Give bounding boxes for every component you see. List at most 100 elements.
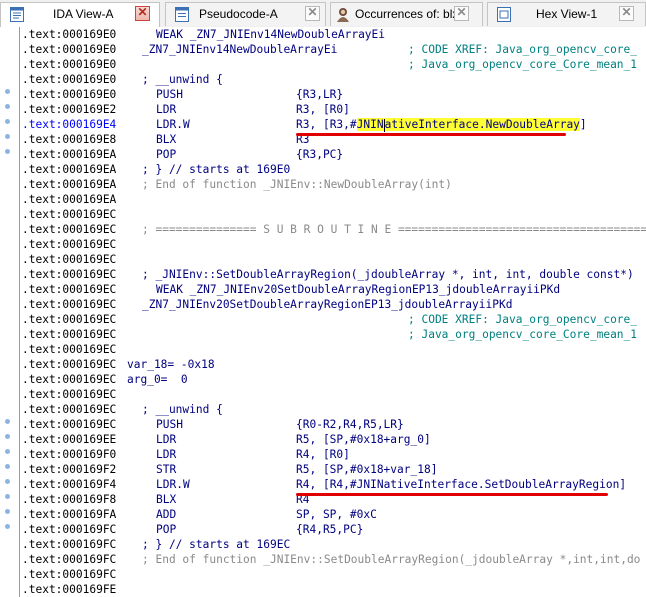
listing-line[interactable]: .text:000169FC: [20, 567, 646, 582]
gutter-dot-icon[interactable]: [5, 464, 10, 469]
operands[interactable]: SP, SP, #0xC: [296, 507, 377, 522]
operands[interactable]: R5, [SP,#0x18+var_18]: [296, 462, 437, 477]
disassembly-listing[interactable]: .text:000169E0 WEAK _ZN7_JNIEnv14NewDoubl…: [19, 27, 646, 597]
listing-line[interactable]: .text:000169EC: [20, 342, 646, 357]
tab-label: Pseudocode-A: [199, 7, 278, 21]
operand-memory[interactable]: [R3,#JNINativeInterface.NewDoubleArray]: [323, 118, 587, 132]
gutter-dot-icon[interactable]: [5, 434, 10, 439]
address: .text:000169EC: [22, 358, 117, 371]
listing-line[interactable]: .text:000169EA: [20, 192, 646, 207]
gutter-dot-icon[interactable]: [5, 449, 10, 454]
operands[interactable]: {R3,LR}: [296, 87, 343, 102]
address: .text:000169EC: [22, 298, 117, 311]
close-tab-button[interactable]: ✕: [135, 5, 150, 21]
operands[interactable]: R4, [R0]: [296, 447, 350, 462]
gutter-dot-icon[interactable]: [5, 494, 10, 499]
listing-line[interactable]: .text:000169F4 LDR.W R4, [R4,#JNINativeInt…: [20, 477, 646, 492]
listing-line[interactable]: .text:000169E0 ; __unwind {: [20, 72, 646, 87]
listing-line[interactable]: .text:000169EC: [20, 387, 646, 402]
listing-line[interactable]: .text:000169FA ADD SP, SP, #0xC: [20, 507, 646, 522]
mnemonic: ADD: [156, 508, 177, 521]
address: .text:000169EA: [22, 178, 117, 191]
gutter-dot-icon[interactable]: [5, 524, 10, 529]
listing-line[interactable]: .text:000169E0 ; Java_org_opencv_core_Cor…: [20, 57, 646, 72]
operand-memory[interactable]: [R4,#JNINativeInterface.SetDoubleArrayRe…: [323, 478, 626, 491]
comment: ; __unwind {: [142, 73, 223, 86]
listing-line[interactable]: .text:000169EC WEAK _ZN7_JNIEnv20SetDoubl…: [20, 282, 646, 297]
gutter-dot-icon[interactable]: [5, 119, 10, 124]
listing-line[interactable]: .text:000169FC ; } // starts at 169EC: [20, 537, 646, 552]
listing-line[interactable]: .text:000169EA POP {R3,PC}: [20, 147, 646, 162]
operands[interactable]: {R4,R5,PC}: [296, 522, 363, 537]
gutter-dot-icon[interactable]: [5, 104, 10, 109]
listing-line[interactable]: .text:000169EA ; End of function _JNIEnv:…: [20, 177, 646, 192]
address: .text:000169EC: [22, 253, 117, 266]
address: .text:000169FE: [22, 583, 117, 596]
gutter-dot-icon[interactable]: [5, 149, 10, 154]
listing-line[interactable]: .text:000169EC PUSH {R0-R2,R4,R5,LR}: [20, 417, 646, 432]
tab-ida-view-a[interactable]: IDA View-A ✕: [0, 2, 160, 28]
operands[interactable]: {R3,PC}: [296, 147, 343, 162]
tab-occurrences-blx[interactable]: Occurrences of: blx ✕: [330, 2, 483, 26]
close-tab-button[interactable]: ✕: [454, 5, 469, 21]
tab-label: IDA View-A: [53, 7, 114, 21]
operands[interactable]: R5, [SP,#0x18+arg_0]: [296, 432, 431, 447]
stack-variable[interactable]: var_18= -0x18: [127, 357, 215, 372]
address: .text:000169EC: [22, 388, 117, 401]
function-name[interactable]: _ZN7_JNIEnv14NewDoubleArrayEi: [142, 42, 337, 57]
listing-line[interactable]: .text:000169EC var_18= -0x18: [20, 357, 646, 372]
close-tab-button[interactable]: ✕: [305, 5, 320, 21]
listing-line[interactable]: .text:000169EC _ZN7_JNIEnv20SetDoubleArra…: [20, 297, 646, 312]
listing-line[interactable]: .text:000169E0 PUSH {R3,LR}: [20, 87, 646, 102]
gutter-dot-icon[interactable]: [5, 419, 10, 424]
listing-line[interactable]: .text:000169EC: [20, 237, 646, 252]
listing-line[interactable]: .text:000169E2 LDR R3, [R0]: [20, 102, 646, 117]
function-name[interactable]: _ZN7_JNIEnv20SetDoubleArrayRegionEP13_jd…: [142, 297, 512, 312]
listing-line[interactable]: .text:000169F0 LDR R4, [R0]: [20, 447, 646, 462]
listing-line[interactable]: .text:000169FE: [20, 582, 646, 597]
listing-line[interactable]: .text:000169E0 _ZN7_JNIEnv14NewDoubleArra…: [20, 42, 646, 57]
listing-line[interactable]: .text:000169EC ; CODE XREF: Java_org_open…: [20, 312, 646, 327]
listing-line[interactable]: .text:000169EC ; Java_org_opencv_core_Cor…: [20, 327, 646, 342]
operands[interactable]: R3, [R3,#JNINativeInterface.NewDoubleArr…: [296, 117, 587, 132]
address: .text:000169E0: [22, 88, 117, 101]
operands[interactable]: R3, [R0]: [296, 102, 350, 117]
gutter-dot-icon[interactable]: [5, 509, 10, 514]
listing-line[interactable]: .text:000169EC ; _JNIEnv::SetDoubleArrayR…: [20, 267, 646, 282]
mnemonic: BLX: [156, 133, 177, 146]
address: .text:000169EC: [22, 328, 117, 341]
code-xref[interactable]: ; CODE XREF: Java_org_opencv_core_: [408, 312, 637, 327]
listing-line[interactable]: .text:000169EC: [20, 207, 646, 222]
listing-line-current[interactable]: .text:000169E4 LDR.W R3, [R3,#JNINativeInt…: [20, 117, 646, 132]
tab-hex-view-1[interactable]: Hex View-1 ✕: [487, 2, 646, 26]
operands[interactable]: R4, [R4,#JNINativeInterface.SetDoubleArr…: [296, 477, 626, 492]
listing-line[interactable]: .text:000169EC: [20, 252, 646, 267]
address: .text:000169EC: [22, 208, 117, 221]
close-tab-button[interactable]: ✕: [619, 5, 634, 21]
listing-line[interactable]: .text:000169EA ; } // starts at 169E0: [20, 162, 646, 177]
mnemonic: PUSH: [156, 418, 183, 431]
comment: ; _JNIEnv::SetDoubleArrayRegion(_jdouble…: [142, 268, 634, 281]
listing-line[interactable]: .text:000169FC ; End of function _JNIEnv:…: [20, 552, 646, 567]
breakpoint-gutter[interactable]: [0, 27, 19, 597]
listing-line[interactable]: .text:000169FC POP {R4,R5,PC}: [20, 522, 646, 537]
gutter-dot-icon[interactable]: [5, 134, 10, 139]
listing-line[interactable]: .text:000169EC arg_0= 0: [20, 372, 646, 387]
operands[interactable]: {R0-R2,R4,R5,LR}: [296, 417, 404, 432]
stack-variable[interactable]: arg_0= 0: [127, 372, 188, 387]
listing-line[interactable]: .text:000169E0 WEAK _ZN7_JNIEnv14NewDoubl…: [20, 27, 646, 42]
address: .text:000169EC: [22, 268, 117, 281]
tab-pseudocode-a[interactable]: Pseudocode-A ✕: [165, 2, 326, 26]
address: .text:000169F2: [22, 463, 117, 476]
listing-line[interactable]: .text:000169EC ; __unwind {: [20, 402, 646, 417]
listing-line[interactable]: .text:000169EE LDR R5, [SP,#0x18+arg_0]: [20, 432, 646, 447]
address: .text:000169E0: [22, 58, 117, 71]
listing-line[interactable]: .text:000169F2 STR R5, [SP,#0x18+var_18]: [20, 462, 646, 477]
code-xref[interactable]: ; Java_org_opencv_core_Core_mean_1: [408, 57, 637, 72]
gutter-dot-icon[interactable]: [5, 89, 10, 94]
code-xref[interactable]: ; CODE XREF: Java_org_opencv_core_: [408, 42, 637, 57]
gutter-dot-icon[interactable]: [5, 479, 10, 484]
code-xref[interactable]: ; Java_org_opencv_core_Core_mean_1: [408, 327, 637, 342]
address: .text:000169F4: [22, 478, 117, 491]
listing-line[interactable]: .text:000169EC ; =============== S U B R …: [20, 222, 646, 237]
